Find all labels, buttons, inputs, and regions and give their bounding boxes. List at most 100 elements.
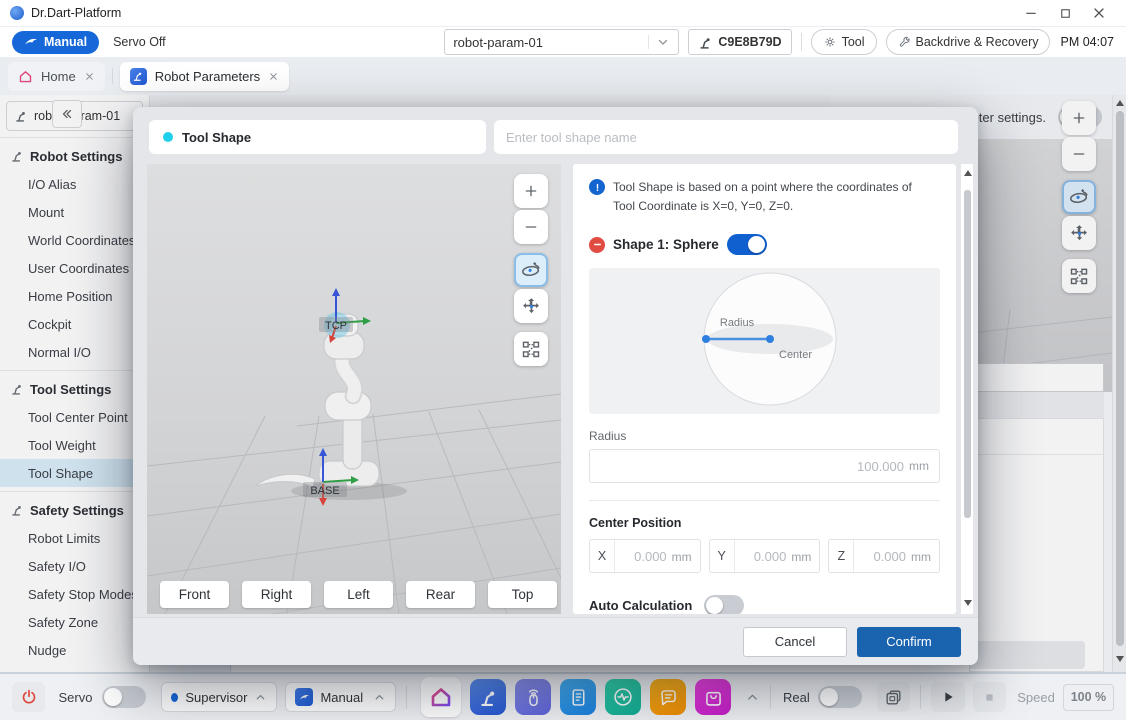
view-rear-button[interactable]: Rear xyxy=(406,581,475,608)
play-button[interactable] xyxy=(931,682,964,712)
scroll-down-arrow[interactable] xyxy=(1116,656,1124,664)
auto-calculation-toggle[interactable] xyxy=(704,595,744,614)
bg-orbit-button[interactable] xyxy=(1062,180,1096,214)
sidebar-item-world-coordinates[interactable]: World Coordinates xyxy=(0,226,149,254)
3d-view-button[interactable] xyxy=(877,682,910,712)
center-x-input[interactable]: X 0.000mm xyxy=(589,539,701,573)
stop-button[interactable] xyxy=(973,682,1006,712)
base-label: BASE xyxy=(310,485,339,497)
view-top-button[interactable]: Top xyxy=(488,581,557,608)
sidebar-group-robot-settings[interactable]: Robot Settings xyxy=(0,142,149,170)
power-button[interactable] xyxy=(12,682,45,712)
pan-button[interactable] xyxy=(514,289,548,323)
tool-shape-name-input[interactable] xyxy=(494,120,958,154)
bg-zoom-in-button[interactable] xyxy=(1062,101,1096,135)
zoom-in-button[interactable] xyxy=(514,174,548,208)
dock-jog-app[interactable] xyxy=(515,679,551,715)
manual-mode-label: Manual xyxy=(44,35,87,49)
manual-mode-button[interactable]: Manual xyxy=(12,31,99,54)
sidebar-item-tool-center-point[interactable]: Tool Center Point xyxy=(0,403,149,431)
sidebar-item-cockpit[interactable]: Cockpit xyxy=(0,310,149,338)
mode-value: Manual xyxy=(320,690,363,705)
measure-button[interactable] xyxy=(514,332,548,366)
robot-serial-label: C9E8B79D xyxy=(718,35,781,49)
confirm-button[interactable]: Confirm xyxy=(857,627,961,657)
sidebar-item-safety-zone[interactable]: Safety Zone xyxy=(0,608,149,636)
bg-pan-button[interactable] xyxy=(1062,216,1096,250)
scroll-up-arrow[interactable] xyxy=(1116,100,1124,108)
app-scrollbar[interactable] xyxy=(1112,95,1126,672)
remove-shape-icon[interactable] xyxy=(589,237,605,253)
scrollbar-thumb[interactable] xyxy=(1116,111,1124,646)
scroll-down-arrow[interactable] xyxy=(964,600,972,608)
speed-label: Speed xyxy=(1017,690,1055,705)
backdrive-recovery-button[interactable]: Backdrive & Recovery xyxy=(886,29,1051,55)
info-note: Tool Shape is based on a point where the… xyxy=(613,178,933,215)
cancel-button[interactable]: Cancel xyxy=(743,627,847,657)
sidebar-group-safety-settings[interactable]: Safety Settings xyxy=(0,496,149,524)
sidebar-item-mount[interactable]: Mount xyxy=(0,198,149,226)
dock-expand-chevron[interactable] xyxy=(745,690,760,705)
tab-home[interactable]: Home xyxy=(8,62,105,91)
panel-scrollbar[interactable] xyxy=(960,164,973,614)
robot-serial-button[interactable]: C9E8B79D xyxy=(688,29,791,55)
robot-arm-icon xyxy=(10,149,24,163)
orbit-button[interactable] xyxy=(514,253,548,287)
close-icon[interactable] xyxy=(84,71,95,82)
radius-input[interactable]: 100.000 mm xyxy=(589,449,940,483)
view-right-button[interactable]: Right xyxy=(242,581,311,608)
real-mode-toggle[interactable] xyxy=(818,686,862,708)
servo-toggle[interactable] xyxy=(102,686,146,708)
sidebar-item-user-coordinates[interactable]: User Coordinates xyxy=(0,254,149,282)
jog-pendant-icon xyxy=(523,687,544,708)
sidebar-collapse-button[interactable] xyxy=(52,100,82,128)
info-icon xyxy=(589,179,605,195)
close-icon[interactable] xyxy=(268,71,279,82)
chat-icon xyxy=(658,687,679,708)
tab-robot-parameters[interactable]: Robot Parameters xyxy=(120,62,290,91)
tool-button[interactable]: Tool xyxy=(811,29,877,55)
manual-swoosh-icon xyxy=(295,688,313,706)
role-select[interactable]: Supervisor xyxy=(161,682,277,712)
shape-enable-toggle[interactable] xyxy=(727,234,767,255)
robot-3d-viewport[interactable]: TCP BASE Front Right xyxy=(147,164,561,614)
top-toolbar: Manual Servo Off robot-param-01 C9E8B79D… xyxy=(0,27,1126,57)
speed-value[interactable]: 100 % xyxy=(1063,684,1114,711)
role-value: Supervisor xyxy=(185,690,247,705)
sidebar-item-io-alias[interactable]: I/O Alias xyxy=(0,170,149,198)
dock-home-app[interactable] xyxy=(421,677,461,717)
sidebar-group-tool-settings[interactable]: Tool Settings xyxy=(0,375,149,403)
dock-store-app[interactable] xyxy=(695,679,731,715)
sidebar-item-normal-io[interactable]: Normal I/O xyxy=(0,338,149,366)
dock-robot-app[interactable] xyxy=(470,679,506,715)
sidebar-item-home-position[interactable]: Home Position xyxy=(0,282,149,310)
zoom-out-button[interactable] xyxy=(514,210,548,244)
param-file-select[interactable]: robot-param-01 xyxy=(444,29,679,55)
play-icon xyxy=(940,689,956,705)
dock-message-app[interactable] xyxy=(650,679,686,715)
scroll-up-arrow[interactable] xyxy=(964,170,972,178)
sidebar-item-safety-io[interactable]: Safety I/O xyxy=(0,552,149,580)
scrollbar-thumb[interactable] xyxy=(964,190,971,518)
view-front-button[interactable]: Front xyxy=(160,581,229,608)
close-button[interactable] xyxy=(1082,1,1116,25)
minimize-button[interactable] xyxy=(1014,1,1048,25)
dock-task-app[interactable] xyxy=(560,679,596,715)
bg-measure-button[interactable] xyxy=(1062,259,1096,293)
view-left-button[interactable]: Left xyxy=(324,581,393,608)
tab-divider xyxy=(112,68,113,84)
center-y-input[interactable]: Y 0.000mm xyxy=(709,539,821,573)
sidebar-item-safety-stop-modes[interactable]: Safety Stop Modes xyxy=(0,580,149,608)
diagram-radius-label: Radius xyxy=(720,317,755,329)
sidebar-item-tool-weight[interactable]: Tool Weight xyxy=(0,431,149,459)
sidebar-item-robot-limits[interactable]: Robot Limits xyxy=(0,524,149,552)
tool-shape-name-box xyxy=(494,120,958,154)
bg-zoom-out-button[interactable] xyxy=(1062,137,1096,171)
center-z-input[interactable]: Z 0.000mm xyxy=(828,539,940,573)
sidebar-item-tool-shape[interactable]: Tool Shape xyxy=(0,459,149,487)
dock-monitor-app[interactable] xyxy=(605,679,641,715)
servo-label: Servo xyxy=(58,690,92,705)
operation-mode-select[interactable]: Manual xyxy=(285,682,396,712)
sidebar-item-nudge[interactable]: Nudge xyxy=(0,636,149,664)
maximize-button[interactable] xyxy=(1048,1,1082,25)
